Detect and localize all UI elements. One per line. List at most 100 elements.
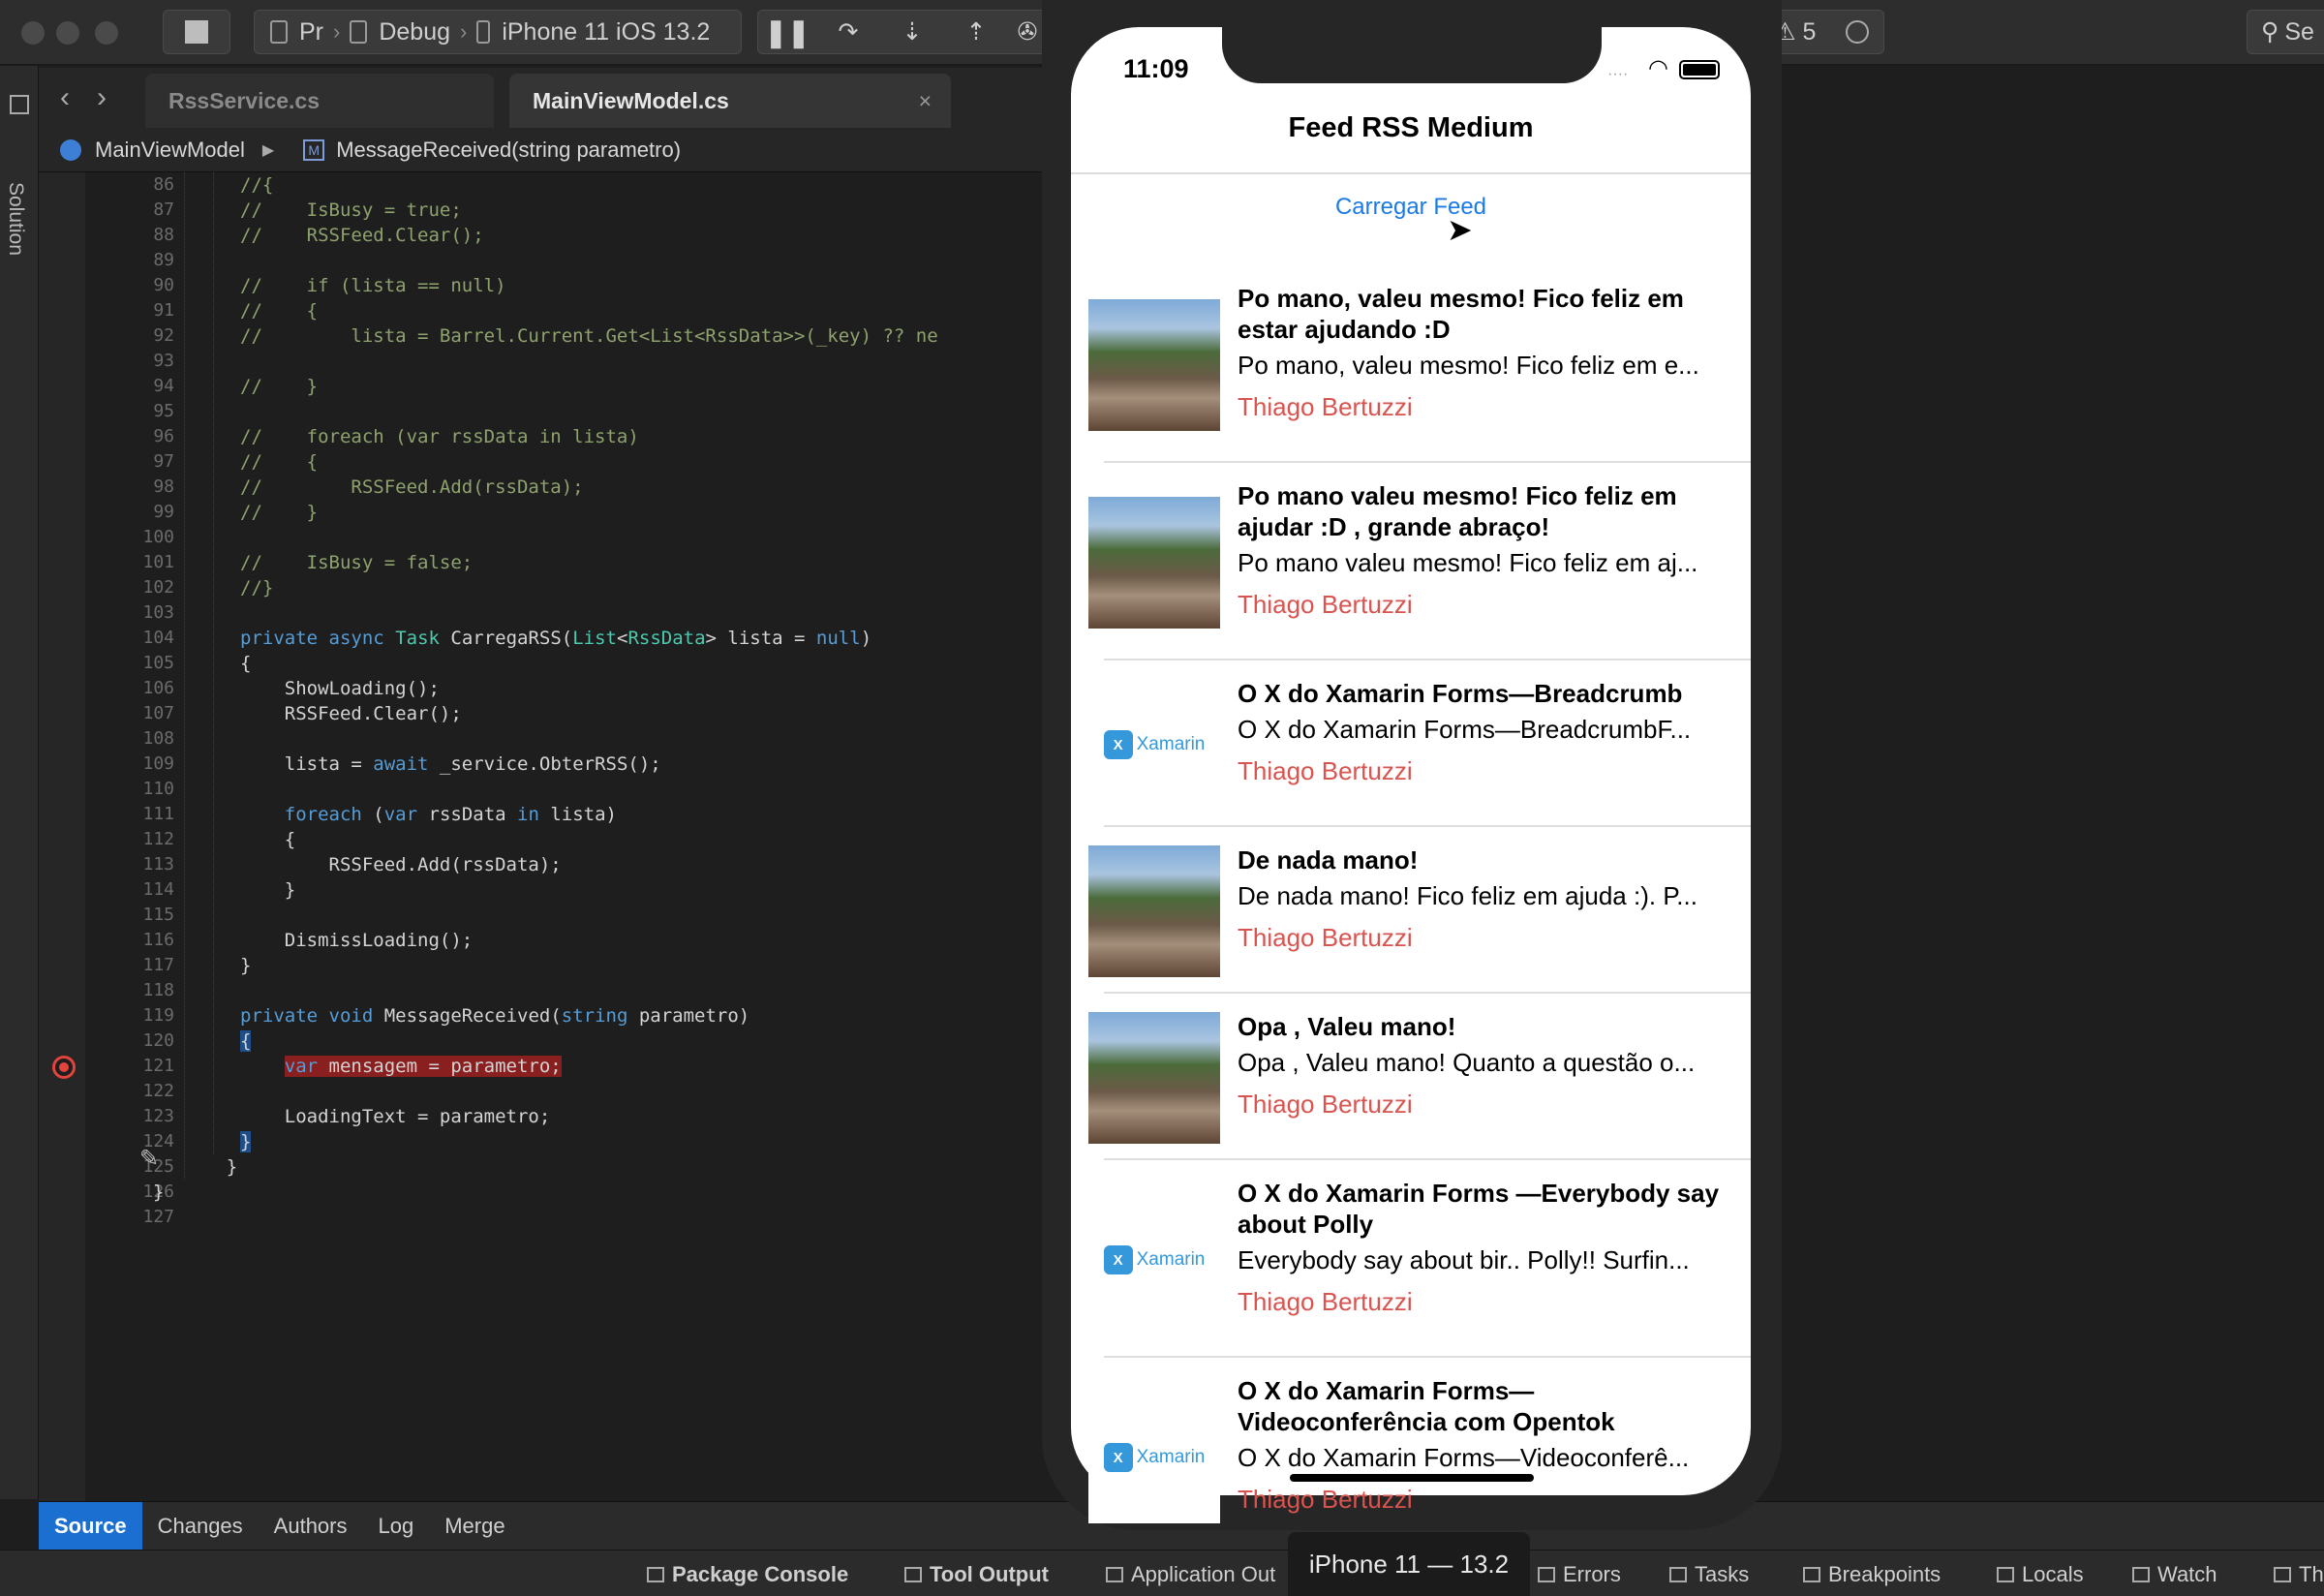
code-line[interactable]: } [240, 953, 251, 978]
zoom-window-button[interactable] [95, 21, 118, 45]
code-line[interactable]: //} [240, 575, 273, 600]
vc-tab-authors[interactable]: Authors [259, 1502, 363, 1550]
feed-item[interactable]: X Xamarin O X do Xamarin Forms— Videoconfe… [1071, 1371, 1751, 1544]
stop-button[interactable] [163, 10, 230, 54]
line-number: 100 [142, 527, 174, 547]
iphone-icon [476, 20, 491, 44]
breadcrumb-method[interactable]: MessageReceived(string parametro) [336, 138, 681, 163]
close-tab-icon[interactable]: × [919, 88, 932, 114]
feed-item[interactable]: X Xamarin O X do Xamarin Forms —Everybody … [1071, 1174, 1751, 1358]
solution-pad-strip[interactable]: Solution [0, 66, 39, 1499]
code-line[interactable]: ShowLoading(); [240, 676, 440, 701]
tab-rssservice[interactable]: RssService.cs [145, 74, 494, 128]
pad-label: Application Out [1131, 1562, 1276, 1586]
breakpoint-margin[interactable] [39, 172, 85, 1501]
code-line[interactable]: LoadingText = parametro; [240, 1104, 551, 1129]
pad-tasks[interactable]: Tasks [1669, 1562, 1749, 1587]
vc-tab-log[interactable]: Log [363, 1502, 430, 1550]
pad-label: Locals [2022, 1562, 2084, 1586]
search-box[interactable]: ⚲ Se [2247, 10, 2324, 54]
code-line[interactable]: // { [240, 298, 318, 323]
code-line[interactable]: private async Task CarregaRSS(List<RssDa… [240, 626, 872, 651]
feed-item[interactable]: Opa , Valeu mano! Opa , Valeu mano! Quant… [1071, 1007, 1751, 1160]
attach-icon[interactable]: ✇ [1008, 17, 1047, 46]
landscape-thumbnail [1088, 497, 1220, 629]
code-line[interactable]: // } [240, 374, 318, 399]
pad-label: Breakpoints [1828, 1562, 1942, 1586]
feed-item[interactable]: Po mano, valeu mesmo! Fico feliz em esta… [1071, 279, 1751, 463]
step-out-icon[interactable]: ⇡ [944, 17, 1008, 46]
cellular-signal-icon: ···· [1607, 66, 1629, 82]
code-line[interactable]: } [240, 877, 295, 903]
step-into-icon[interactable]: ⇣ [880, 17, 944, 46]
line-number: 96 [153, 426, 174, 446]
vc-tab-source[interactable]: Source [39, 1501, 142, 1550]
line-number: 117 [142, 955, 174, 975]
code-line[interactable]: // lista = Barrel.Current.Get<List<RssDa… [240, 323, 938, 349]
feed-item-title: Po mano, valeu mesmo! Fico feliz em esta… [1238, 284, 1684, 344]
edit-pencil-icon: ✎ [139, 1146, 160, 1172]
feed-item[interactable]: De nada mano! De nada mano! Fico feliz em… [1071, 841, 1751, 994]
code-line[interactable]: { [240, 651, 251, 676]
code-line[interactable]: // RSSFeed.Clear(); [240, 223, 484, 248]
line-number: 107 [142, 703, 174, 723]
code-line[interactable]: private void MessageReceived(string para… [240, 1003, 749, 1028]
pad-package-console[interactable]: Package Console [647, 1562, 848, 1587]
pad-locals[interactable]: Locals [1997, 1562, 2084, 1587]
tab-mainviewmodel[interactable]: MainViewModel.cs × [509, 74, 951, 128]
tab-label: RssService.cs [168, 87, 321, 113]
feed-item[interactable]: Po mano valeu mesmo! Fico feliz em ajuda… [1071, 476, 1751, 660]
line-number: 124 [142, 1131, 174, 1151]
feed-item-description: De nada mano! Fico feliz em ajuda :). P.… [1238, 881, 1697, 910]
code-line[interactable]: // { [240, 449, 318, 475]
pad-tool-output[interactable]: Tool Output [904, 1562, 1049, 1587]
code-line[interactable]: lista = await _service.ObterRSS(); [240, 752, 661, 777]
pad-th[interactable]: Th [2274, 1562, 2324, 1587]
vc-tab-merge[interactable]: Merge [429, 1502, 520, 1550]
breakpoint-icon[interactable] [52, 1056, 76, 1079]
code-line[interactable]: { [240, 1028, 252, 1054]
code-line[interactable]: { [240, 827, 295, 852]
feed-item-author: Thiago Bertuzzi [1238, 392, 1413, 421]
close-window-button[interactable] [21, 21, 45, 45]
vc-tab-changes[interactable]: Changes [142, 1502, 259, 1550]
line-number: 88 [153, 225, 174, 245]
pad-watch[interactable]: Watch [2132, 1562, 2217, 1587]
code-line[interactable]: var mensagem = parametro; [240, 1054, 562, 1079]
code-line[interactable]: //{ [240, 172, 273, 198]
debug-controls: ❚❚ ↷ ⇣ ⇡ ✇ [757, 10, 1050, 54]
line-number: 90 [153, 275, 174, 295]
xamarin-thumbnail: X Xamarin [1088, 1392, 1220, 1523]
code-line[interactable]: // if (lista == null) [240, 273, 506, 298]
minimize-window-button[interactable] [56, 21, 79, 45]
code-line[interactable]: foreach (var rssData in lista) [240, 802, 617, 827]
nav-back-icon[interactable]: ‹ [60, 81, 70, 114]
feed-item-title: De nada mano! [1238, 845, 1419, 875]
check-icon [1669, 1567, 1687, 1582]
feed-item-description: O X do Xamarin Forms—BreadcrumbF... [1238, 715, 1692, 744]
pause-button[interactable]: ❚❚ [758, 16, 816, 48]
code-editor[interactable]: 86 87 88 89 90 91 92 93 94 95 96 97 98 99 100 101 102 103… [39, 172, 1046, 1501]
code-line[interactable]: } [153, 1180, 164, 1205]
pad-breakpoints[interactable]: Breakpoints [1803, 1562, 1941, 1587]
pad-application-out[interactable]: Application Out [1106, 1562, 1275, 1587]
code-line[interactable]: RSSFeed.Add(rssData); [240, 852, 562, 877]
feed-item[interactable]: X Xamarin O X do Xamarin Forms—Breadcrumb O… [1071, 674, 1751, 827]
code-line[interactable]: // } [240, 500, 318, 525]
pad-errors[interactable]: Errors [1538, 1562, 1621, 1587]
updates-icon[interactable] [1845, 20, 1869, 44]
run-configuration-selector[interactable]: Pr › Debug › iPhone 11 iOS 13.2 [254, 10, 742, 54]
code-line[interactable]: } [240, 1129, 252, 1154]
xamarin-logo-text: Xamarin [1136, 1447, 1206, 1467]
step-over-icon[interactable]: ↷ [816, 17, 880, 46]
code-line[interactable]: RSSFeed.Clear(); [240, 701, 462, 726]
nav-forward-icon[interactable]: › [97, 81, 107, 114]
code-line[interactable]: DismissLoading(); [240, 928, 473, 953]
code-line[interactable]: } [182, 1154, 237, 1180]
code-line[interactable]: // foreach (var rssData in lista) [240, 424, 639, 449]
breadcrumb-class[interactable]: MainViewModel [95, 138, 245, 163]
code-line[interactable]: // IsBusy = true; [240, 198, 462, 223]
load-feed-button[interactable]: Carregar Feed [1071, 194, 1751, 221]
code-line[interactable]: // IsBusy = false; [240, 550, 473, 575]
code-line[interactable]: // RSSFeed.Add(rssData); [240, 475, 584, 500]
